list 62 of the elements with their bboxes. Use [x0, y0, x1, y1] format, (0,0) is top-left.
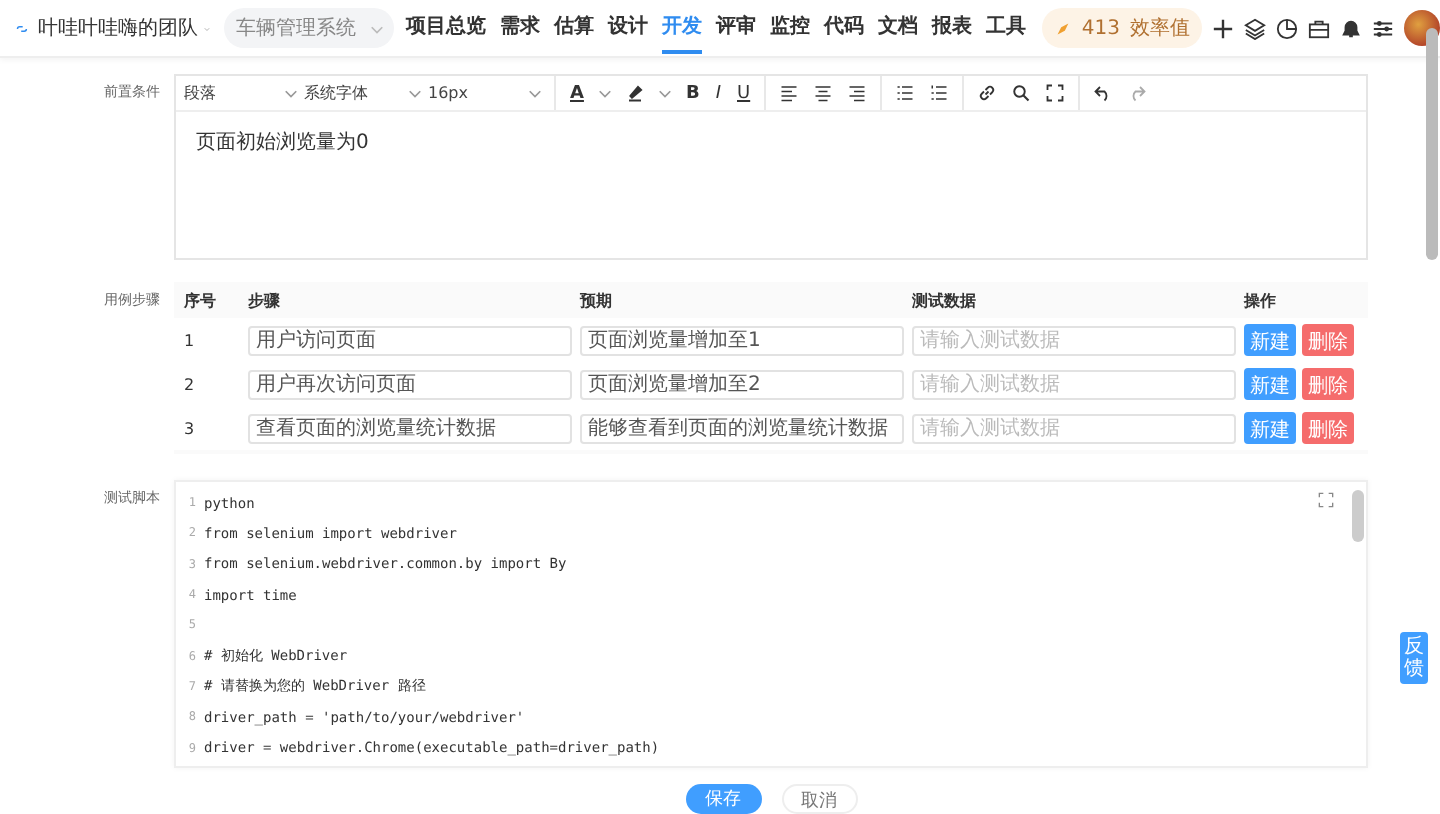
- caret-icon: [369, 21, 384, 35]
- expected-field[interactable]: 能够查看到页面的浏览量统计数据: [580, 413, 904, 443]
- team-name[interactable]: 叶哇叶哇嗨的团队: [37, 14, 198, 42]
- nav-tab[interactable]: 估算: [553, 2, 594, 54]
- nav-tab[interactable]: 项目总览: [405, 2, 486, 54]
- points-badge: 413 效率值: [1041, 8, 1202, 48]
- format-button[interactable]: B: [677, 83, 708, 103]
- align-right-icon[interactable]: [848, 84, 867, 102]
- nav-tab[interactable]: 代码: [823, 2, 864, 54]
- row-number: 3: [184, 419, 197, 437]
- nav-tab[interactable]: 评审: [715, 2, 756, 54]
- briefcase-icon[interactable]: [1308, 17, 1330, 39]
- toolbar-select[interactable]: 段落: [184, 82, 304, 104]
- column-header: 序号: [184, 289, 218, 311]
- editor-text[interactable]: 页面初始浏览量为0: [196, 128, 1346, 156]
- row-number: 1: [184, 331, 197, 349]
- format-button[interactable]: I: [707, 83, 729, 103]
- expected-field[interactable]: 页面浏览量增加至2: [580, 369, 904, 399]
- caret-icon: [597, 86, 612, 100]
- toolbar-select[interactable]: 16px: [428, 84, 548, 102]
- search-icon[interactable]: [1012, 84, 1031, 102]
- column-header: 预期: [580, 289, 614, 311]
- fullscreen-icon[interactable]: [1046, 84, 1065, 102]
- column-header: 步骤: [248, 289, 282, 311]
- cancel-button[interactable]: 取消: [781, 784, 857, 814]
- nav-tab[interactable]: 需求: [499, 2, 540, 54]
- nav-tab[interactable]: 工具: [985, 2, 1026, 54]
- sliders-icon[interactable]: [1372, 17, 1394, 39]
- bell-icon[interactable]: [1340, 17, 1362, 39]
- step-field[interactable]: 用户访问页面: [248, 325, 572, 355]
- align-left-icon[interactable]: [780, 84, 799, 102]
- caret-icon: [657, 86, 672, 100]
- highlighter-icon[interactable]: [625, 84, 644, 102]
- format-button[interactable]: U: [729, 83, 759, 103]
- scrollbar[interactable]: [1352, 490, 1364, 542]
- column-header: 测试数据: [912, 289, 978, 311]
- caret-icon: [284, 86, 298, 100]
- step-field[interactable]: 查看页面的浏览量统计数据: [248, 413, 572, 443]
- link-icon[interactable]: [978, 84, 997, 102]
- undo-icon[interactable]: [1094, 84, 1113, 102]
- caret-icon: [528, 86, 542, 100]
- expected-field[interactable]: 页面浏览量增加至1: [580, 325, 904, 355]
- step-field[interactable]: 用户再次访问页面: [248, 369, 572, 399]
- nav-tab[interactable]: 设计: [607, 2, 648, 54]
- pie-chart-icon[interactable]: [1276, 17, 1298, 39]
- nav-tab[interactable]: 监控: [769, 2, 810, 54]
- font-color-button[interactable]: A: [562, 83, 592, 103]
- test-data-field[interactable]: 请输入测试数据: [912, 325, 1236, 355]
- nav-tab[interactable]: 报表: [931, 2, 972, 54]
- numbered-list-icon[interactable]: [930, 84, 949, 102]
- align-center-icon[interactable]: [814, 84, 833, 102]
- column-header: 操作: [1244, 289, 1278, 311]
- scrollbar[interactable]: [1426, 28, 1438, 260]
- bullet-list-icon[interactable]: [896, 84, 915, 102]
- test-data-field[interactable]: 请输入测试数据: [912, 369, 1236, 399]
- nav-tab[interactable]: 文档: [877, 2, 918, 54]
- caret-icon: [408, 86, 422, 100]
- test-data-field[interactable]: 请输入测试数据: [912, 413, 1236, 443]
- plus-icon[interactable]: [1212, 17, 1234, 39]
- row-number: 2: [184, 375, 197, 393]
- layers-icon[interactable]: [1244, 17, 1266, 39]
- toolbar-select[interactable]: 系统字体: [304, 82, 428, 104]
